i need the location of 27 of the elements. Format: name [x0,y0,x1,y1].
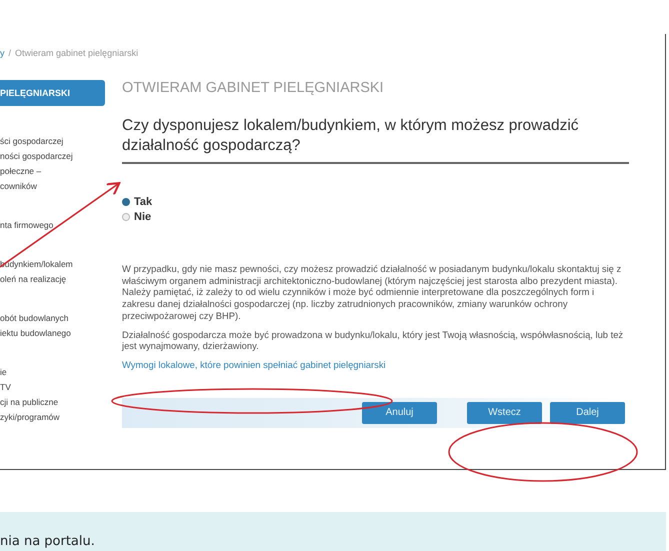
back-button[interactable]: Wstecz [467,402,542,424]
info-paragraph: Działalność gospodarcza może być prowadzona w budynku/lokalu, który jest Twoją własnością, współwłasnością, lub też jest wynajmowany, dzierżawiony. [122,328,624,352]
sidebar-item[interactable]: iektu budowlanego [0,326,108,341]
breadcrumb-link[interactable]: y [0,48,4,60]
sidebar-item[interactable]: oleń na realizację [0,272,108,287]
info-paragraph: W przypadku, gdy nie masz pewności, czy możesz prowadzić działalność w posiadanym budynku/lokalu skontaktuj się z właściwym organem administracji architektoniczno-budowlanej (którym najczęściej jest starosta albo prezydent miasta). Należy pamiętać, iż zależy to od wielu czynników i może być odmiennie interpretowane dla poszczególnych form i zakresu danej działalności gospodarczej (np. liczby zatrudnionych pracowników, zmiany warunków ochrony przeciwpożarowej czy BHP). [122,263,622,322]
breadcrumb-separator: / [8,48,12,60]
sidebar-item[interactable]: ści gospodarczej [0,134,108,149]
radio-option[interactable]: Nie [122,211,629,223]
radio-option[interactable]: Tak [122,196,629,208]
sidebar-item[interactable]: TV [0,380,108,395]
sidebar-item[interactable]: nta firmowego [0,218,108,233]
question-text: Czy dysponujesz lokalem/budynkiem, w którym możesz prowadzić działalność gospodarczą? [122,116,629,164]
sidebar-active-item[interactable]: PIELĘGNIARSKI [0,80,105,106]
cancel-button[interactable]: Anuluj [362,402,437,424]
sidebar-item[interactable]: cowników [0,179,108,194]
sidebar-item[interactable]: połeczne – [0,164,108,179]
breadcrumb-current: Otwieram gabinet pielęgniarski [15,48,138,60]
sidebar-item[interactable]: cji na publiczne [0,395,108,410]
caption-text: nia na portalu. [0,534,95,549]
sidebar-item[interactable]: obót budowlanych [0,311,108,326]
sidebar-item[interactable]: zyki/programów [0,410,108,425]
sidebar-item[interactable]: ie [0,365,108,380]
requirements-link[interactable]: Wymogi lokalowe, które powinien spełniać gabinet pielęgniarski [122,358,629,370]
next-button[interactable]: Dalej [550,402,625,424]
sidebar-item[interactable]: ności gospodarczej [0,149,108,164]
page-title: OTWIERAM GABINET PIELĘGNIARSKI [122,80,385,96]
